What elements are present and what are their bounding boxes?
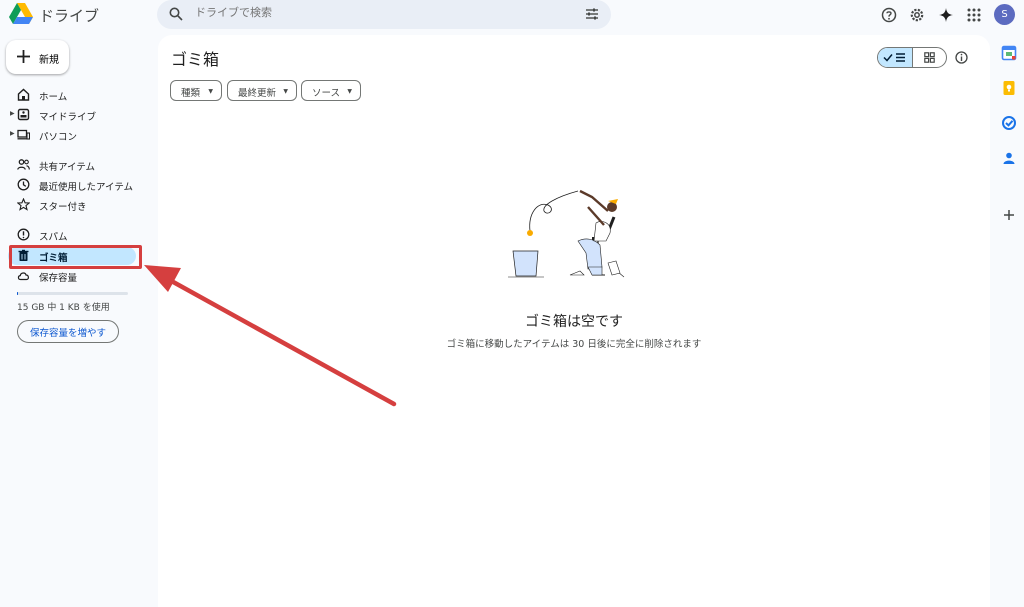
sidebar-item-label: 共有アイテム xyxy=(39,162,96,173)
filter-modified-chip[interactable]: 最終更新 ▼ xyxy=(227,80,297,101)
sidebar-item-home[interactable]: ホーム xyxy=(8,86,136,104)
help-icon[interactable] xyxy=(881,7,897,23)
keep-icon[interactable] xyxy=(1001,80,1017,96)
sidebar-item-storage[interactable]: 保存容量 xyxy=(8,267,136,285)
drive-logo-icon[interactable] xyxy=(9,3,33,25)
dropdown-arrow-icon: ▼ xyxy=(347,88,352,95)
view-toggle[interactable] xyxy=(877,47,947,68)
filter-source-chip[interactable]: ソース ▼ xyxy=(301,80,361,101)
contacts-icon[interactable] xyxy=(1001,150,1017,166)
tasks-icon[interactable] xyxy=(1001,115,1017,131)
add-icon[interactable] xyxy=(1001,207,1017,223)
grid-icon xyxy=(924,52,935,63)
expand-caret-icon[interactable]: ▶ xyxy=(10,130,15,137)
sidebar-item-label: ホーム xyxy=(39,92,68,103)
empty-state-title: ゴミ箱は空です xyxy=(525,314,623,330)
spam-icon xyxy=(17,228,30,241)
page-title: ゴミ箱 xyxy=(171,50,220,69)
my-drive-icon xyxy=(17,108,30,121)
search-options-icon[interactable] xyxy=(585,7,599,21)
filter-type-chip[interactable]: 種類 ▼ xyxy=(170,80,222,101)
star-icon xyxy=(17,198,30,211)
storage-usage-text: 15 GB 中 1 KB を使用 xyxy=(17,303,110,313)
get-more-storage-button[interactable]: 保存容量を増やす xyxy=(17,320,119,343)
sidebar-item-label: マイドライブ xyxy=(39,112,97,123)
shared-people-icon xyxy=(17,159,30,170)
sidebar-item-my-drive[interactable]: ▶ マイドライブ xyxy=(8,106,136,124)
grid-view-button[interactable] xyxy=(913,48,946,67)
sidebar-item-computers[interactable]: ▶ パソコン xyxy=(8,126,136,144)
search-bar[interactable] xyxy=(157,0,611,29)
chip-label: 最終更新 xyxy=(238,88,277,99)
chip-label: ソース xyxy=(312,88,341,99)
plus-icon xyxy=(17,50,30,63)
empty-state-subtitle: ゴミ箱に移動したアイテムは 30 日後に完全に削除されます xyxy=(446,339,702,350)
sidebar-item-label: スター付き xyxy=(39,202,87,213)
home-icon xyxy=(17,88,30,101)
new-button[interactable]: 新規 xyxy=(6,40,69,74)
dropdown-arrow-icon: ▼ xyxy=(283,88,288,95)
storage-usage-bar xyxy=(17,292,128,295)
app-title[interactable]: ドライブ xyxy=(39,5,99,26)
sidebar-item-spam[interactable]: スパム xyxy=(8,226,136,244)
clock-icon xyxy=(17,178,30,191)
sidebar-item-shared[interactable]: 共有アイテム xyxy=(8,156,136,174)
cloud-icon xyxy=(17,272,29,281)
expand-caret-icon[interactable]: ▶ xyxy=(10,110,15,117)
dropdown-arrow-icon: ▼ xyxy=(208,88,213,95)
annotation-highlight-box xyxy=(9,245,142,269)
sidebar-item-label: スパム xyxy=(39,232,68,243)
top-bar: ドライブ S xyxy=(0,0,1024,32)
search-input[interactable] xyxy=(195,6,555,19)
info-icon[interactable] xyxy=(955,51,968,64)
new-button-label: 新規 xyxy=(39,55,59,66)
search-icon[interactable] xyxy=(169,7,183,21)
settings-icon[interactable] xyxy=(909,7,925,23)
sidebar-item-label: 最近使用したアイテム xyxy=(39,182,134,193)
empty-trash-illustration xyxy=(508,189,625,278)
account-avatar[interactable]: S xyxy=(994,4,1015,25)
gemini-icon[interactable] xyxy=(938,7,954,23)
list-view-button[interactable] xyxy=(878,48,913,67)
storage-usage-fill xyxy=(17,292,19,295)
check-list-icon xyxy=(883,53,905,62)
chip-label: 種類 xyxy=(181,88,201,99)
sidebar-item-label: 保存容量 xyxy=(39,273,78,284)
sidebar-item-label: パソコン xyxy=(39,132,78,143)
computer-icon xyxy=(17,129,30,140)
calendar-icon[interactable] xyxy=(1001,45,1017,61)
apps-grid-icon[interactable] xyxy=(966,7,982,23)
main-content: ゴミ箱 種類 ▼ 最終更新 ▼ ソース ▼ ゴミ箱は空です ゴミ箱に移動したアイ… xyxy=(158,35,990,607)
sidebar-item-recent[interactable]: 最近使用したアイテム xyxy=(8,176,136,194)
sidebar-item-starred[interactable]: スター付き xyxy=(8,196,136,214)
